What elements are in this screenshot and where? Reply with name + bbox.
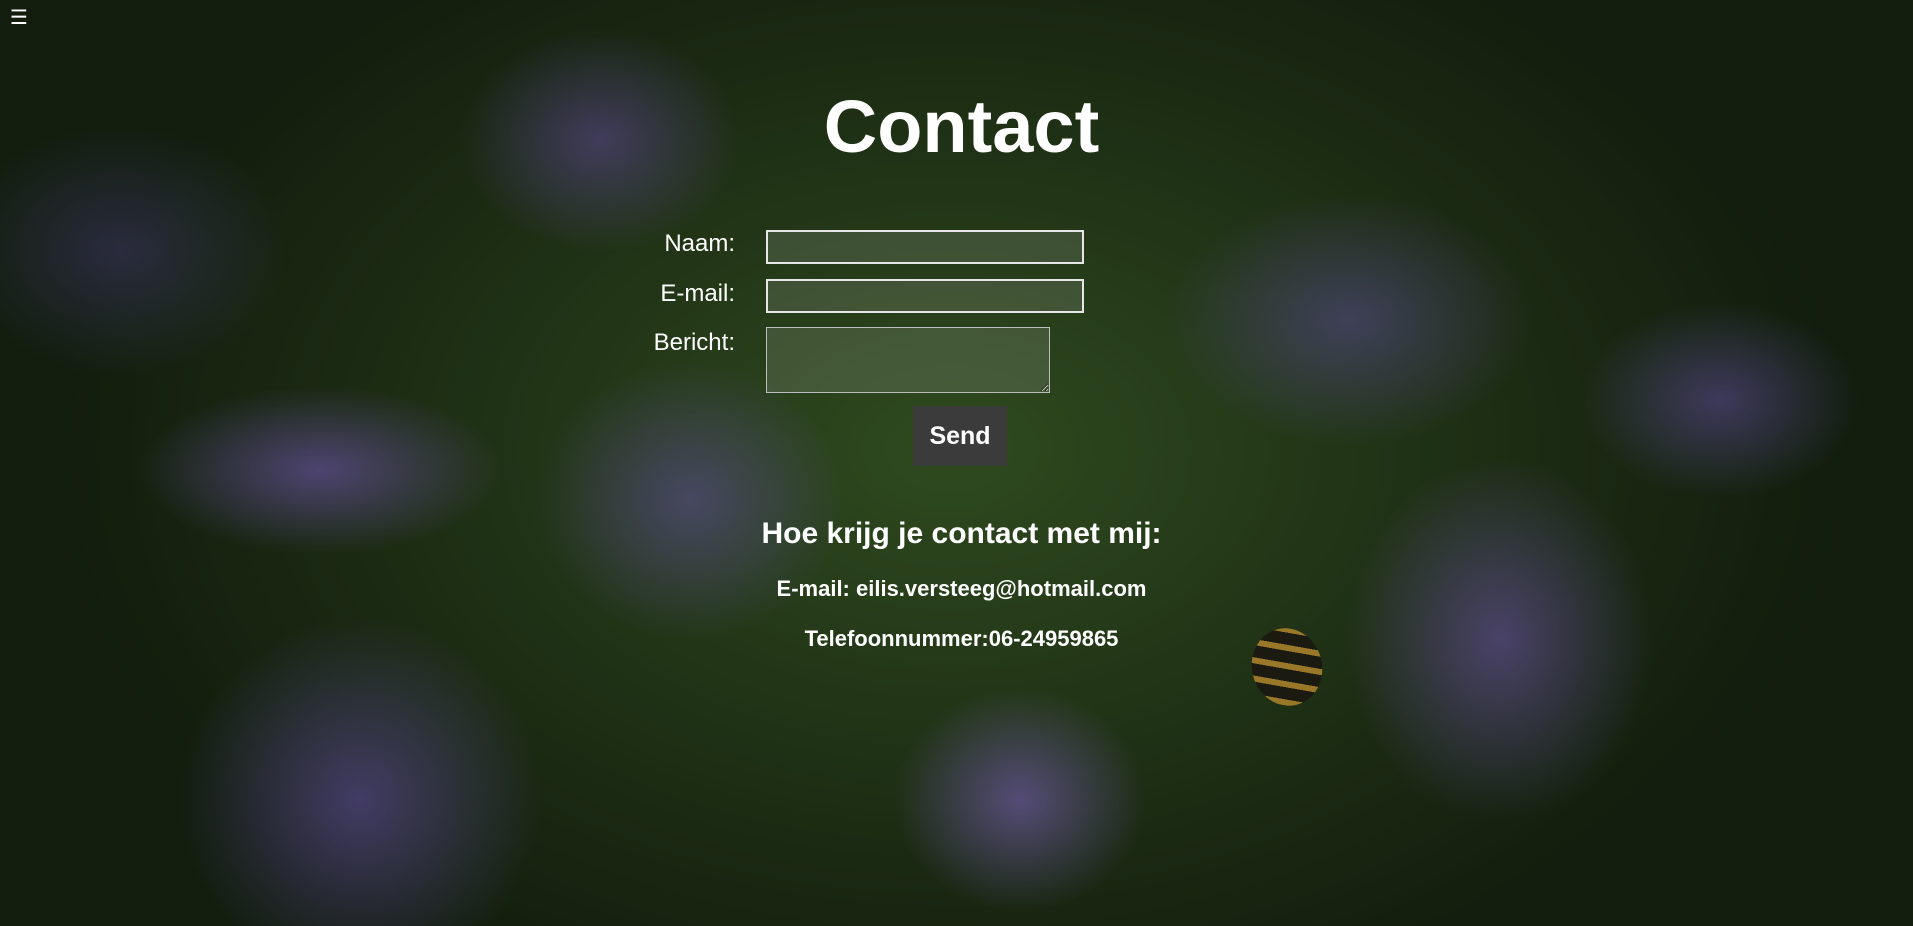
name-label: Naam:: [664, 230, 735, 257]
email-input[interactable]: [766, 279, 1084, 313]
message-label: Bericht:: [653, 329, 735, 356]
contact-info-heading: Hoe krijg je contact met mij:: [761, 517, 1162, 550]
send-button[interactable]: Send: [913, 406, 1007, 466]
contact-email-text: E-mail: eilis.versteeg@hotmail.com: [776, 576, 1147, 601]
message-textarea[interactable]: [766, 327, 1050, 393]
hamburger-menu-icon[interactable]: ☰: [10, 4, 28, 32]
email-label: E-mail:: [660, 280, 735, 307]
contact-phone-text: Telefoonnummer:06-24959865: [804, 626, 1119, 651]
name-input[interactable]: [766, 230, 1084, 264]
page-title: Contact: [823, 85, 1100, 168]
contact-page: ☰ Contact Naam: E-mail: Bericht: Send Ho…: [0, 0, 1913, 926]
